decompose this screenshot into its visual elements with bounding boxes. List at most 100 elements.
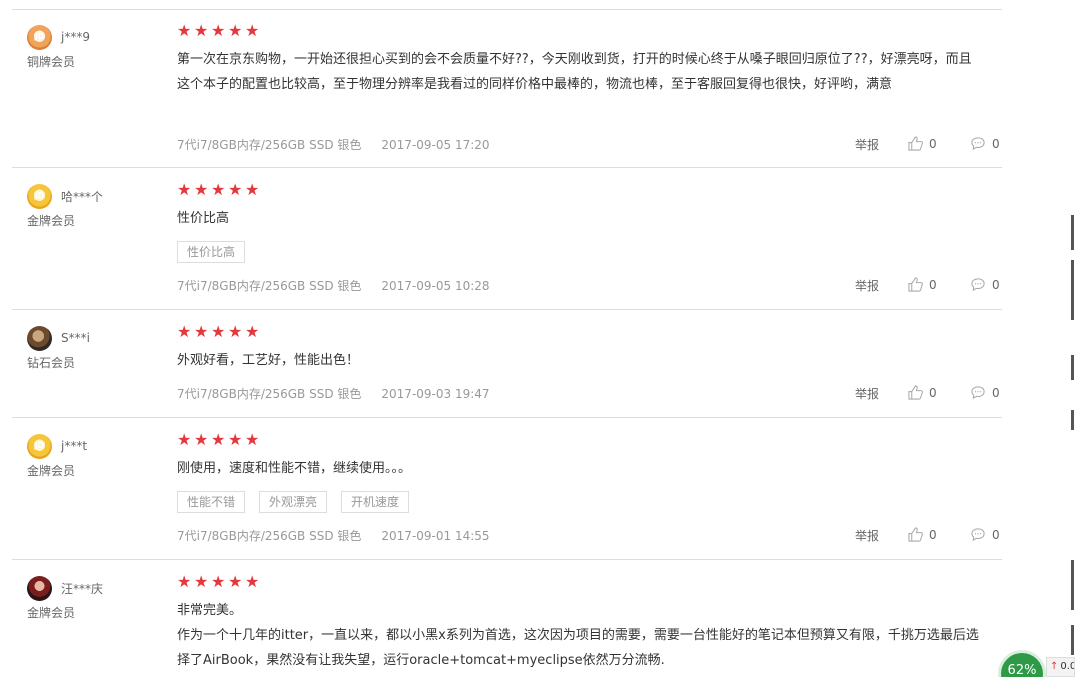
network-speed: ↑ 0.0 (1046, 657, 1075, 677)
gold-badge-icon: JD (34, 440, 45, 450)
star-icon: ★ (228, 21, 243, 40)
star-icon: ★ (211, 322, 226, 341)
avatar[interactable] (27, 575, 52, 601)
member-level: 铜牌会员 (27, 55, 76, 69)
reviewer-nickname: 哈***个 (61, 189, 104, 204)
scrollbar-track-segment[interactable] (1071, 355, 1074, 380)
report-link[interactable]: 举报 (855, 527, 879, 544)
avatar[interactable]: JD (27, 433, 52, 459)
review-tags: 性能不错 外观漂亮 开机速度 (177, 491, 992, 513)
review-text: 外观好看，工艺好，性能出色！ (177, 353, 360, 368)
review-item: JD 哈***个 金牌会员 ★ ★ ★ ★ ★ 性价比高 性价比高 7代i7/8GB内存… (12, 168, 1002, 310)
star-icon: ★ (211, 572, 226, 591)
scrollbar-track-segment[interactable] (1071, 560, 1074, 610)
star-icon: ★ (194, 322, 209, 341)
star-icon: ★ (228, 572, 243, 591)
review-text: 刚使用，速度和性能不错，继续使用。。。 (177, 461, 412, 476)
star-rating: ★ ★ ★ ★ ★ (177, 432, 992, 448)
review-meta: 7代i7/8GB内存/256GB SSD 银色 2017-09-05 10:28 (177, 277, 490, 294)
review-item: 汪***庆 金牌会员 ★ ★ ★ ★ ★ 非常完美。 作为一个十几年的itter，一直以… (12, 560, 1002, 677)
comment-icon (971, 386, 985, 400)
reply-button[interactable]: 0 (970, 136, 1000, 151)
review-date: 2017-09-05 17:20 (381, 138, 490, 152)
reply-count: 0 (992, 385, 1000, 400)
comment-icon (971, 137, 985, 151)
star-icon: ★ (245, 180, 260, 199)
reply-button[interactable]: 0 (970, 385, 1000, 400)
reply-button[interactable]: 0 (970, 277, 1000, 292)
review-tag: 外观漂亮 (259, 491, 328, 513)
thumbs-up-icon (908, 527, 923, 542)
like-count: 0 (929, 385, 937, 400)
speed-value: 0.0 (1060, 661, 1075, 672)
reply-button[interactable]: 0 (970, 527, 1000, 542)
performance-percent: 62% (1007, 663, 1037, 677)
star-icon: ★ (228, 322, 243, 341)
report-link[interactable]: 举报 (855, 277, 879, 294)
reply-count: 0 (992, 277, 1000, 292)
member-level: 金牌会员 (27, 606, 76, 620)
star-icon: ★ (177, 180, 192, 199)
member-level: 钻石会员 (27, 356, 76, 370)
like-button[interactable]: 0 (908, 527, 937, 542)
reviewer-nickname: j***9 (61, 30, 90, 44)
scrollbar-track-segment[interactable] (1071, 215, 1074, 250)
star-rating: ★ ★ ★ ★ ★ (177, 182, 992, 198)
star-rating: ★ ★ ★ ★ ★ (177, 574, 992, 590)
review-date: 2017-09-03 19:47 (381, 387, 490, 401)
member-level: 金牌会员 (27, 214, 76, 228)
scrollbar-track-segment[interactable] (1071, 625, 1074, 655)
reviewer-nickname: 汪***庆 (61, 581, 104, 596)
review-item: S***i 钻石会员 ★ ★ ★ ★ ★ 外观好看，工艺好，性能出色！ 7代i7/8GB… (12, 310, 1002, 418)
star-icon: ★ (177, 430, 192, 449)
star-icon: ★ (245, 430, 260, 449)
reviewer-nickname: j***t (61, 439, 88, 453)
star-icon: ★ (211, 180, 226, 199)
like-button[interactable]: 0 (908, 385, 937, 400)
review-tag: 性价比高 (177, 241, 246, 263)
review-body: ★ ★ ★ ★ ★ 刚使用，速度和性能不错，继续使用。。。 性能不错 外观漂亮 开机速度 (177, 432, 992, 513)
review-tags: 性价比高 (177, 241, 992, 263)
reviewer-nickname: S***i (61, 331, 90, 345)
star-icon: ★ (228, 180, 243, 199)
comment-icon (971, 528, 985, 542)
like-count: 0 (929, 277, 937, 292)
star-icon: ★ (228, 430, 243, 449)
star-icon: ★ (177, 572, 192, 591)
report-link[interactable]: 举报 (855, 136, 879, 153)
copper-badge-icon: JD (34, 31, 45, 41)
product-spec: 7代i7/8GB内存/256GB SSD 银色 (177, 529, 362, 543)
star-icon: ★ (194, 430, 209, 449)
avatar[interactable]: JD (27, 24, 52, 50)
review-date: 2017-09-01 14:55 (381, 529, 490, 543)
star-icon: ★ (194, 180, 209, 199)
reviewer-info: 汪***庆 金牌会员 (27, 575, 167, 621)
star-rating: ★ ★ ★ ★ ★ (177, 324, 992, 340)
reply-count: 0 (992, 136, 1000, 151)
upload-arrow-icon: ↑ (1050, 661, 1059, 672)
like-button[interactable]: 0 (908, 277, 937, 292)
reviewer-info: JD 哈***个 金牌会员 (27, 183, 167, 229)
comment-icon (971, 278, 985, 292)
review-body: ★ ★ ★ ★ ★ 外观好看，工艺好，性能出色！ (177, 324, 992, 373)
avatar[interactable]: JD (27, 183, 52, 209)
product-spec: 7代i7/8GB内存/256GB SSD 银色 (177, 279, 362, 293)
star-icon: ★ (194, 21, 209, 40)
thumbs-up-icon (908, 277, 923, 292)
scrollbar-track-segment[interactable] (1071, 260, 1074, 320)
performance-widget[interactable]: 62% (998, 650, 1046, 677)
star-icon: ★ (245, 21, 260, 40)
member-level: 金牌会员 (27, 464, 76, 478)
star-icon: ★ (211, 21, 226, 40)
star-icon: ★ (245, 322, 260, 341)
review-text: 非常完美。 作为一个十几年的itter，一直以来，都以小黑x系列为首选，这次因为… (177, 598, 982, 673)
scrollbar-track-segment[interactable] (1071, 410, 1074, 430)
reply-count: 0 (992, 527, 1000, 542)
like-count: 0 (929, 527, 937, 542)
review-body: ★ ★ ★ ★ ★ 非常完美。 作为一个十几年的itter，一直以来，都以小黑x系列为首… (177, 574, 992, 673)
report-link[interactable]: 举报 (855, 385, 879, 402)
avatar[interactable] (27, 325, 52, 351)
product-spec: 7代i7/8GB内存/256GB SSD 银色 (177, 387, 362, 401)
like-button[interactable]: 0 (908, 136, 937, 151)
review-meta: 7代i7/8GB内存/256GB SSD 银色 2017-09-05 17:20 (177, 136, 490, 153)
